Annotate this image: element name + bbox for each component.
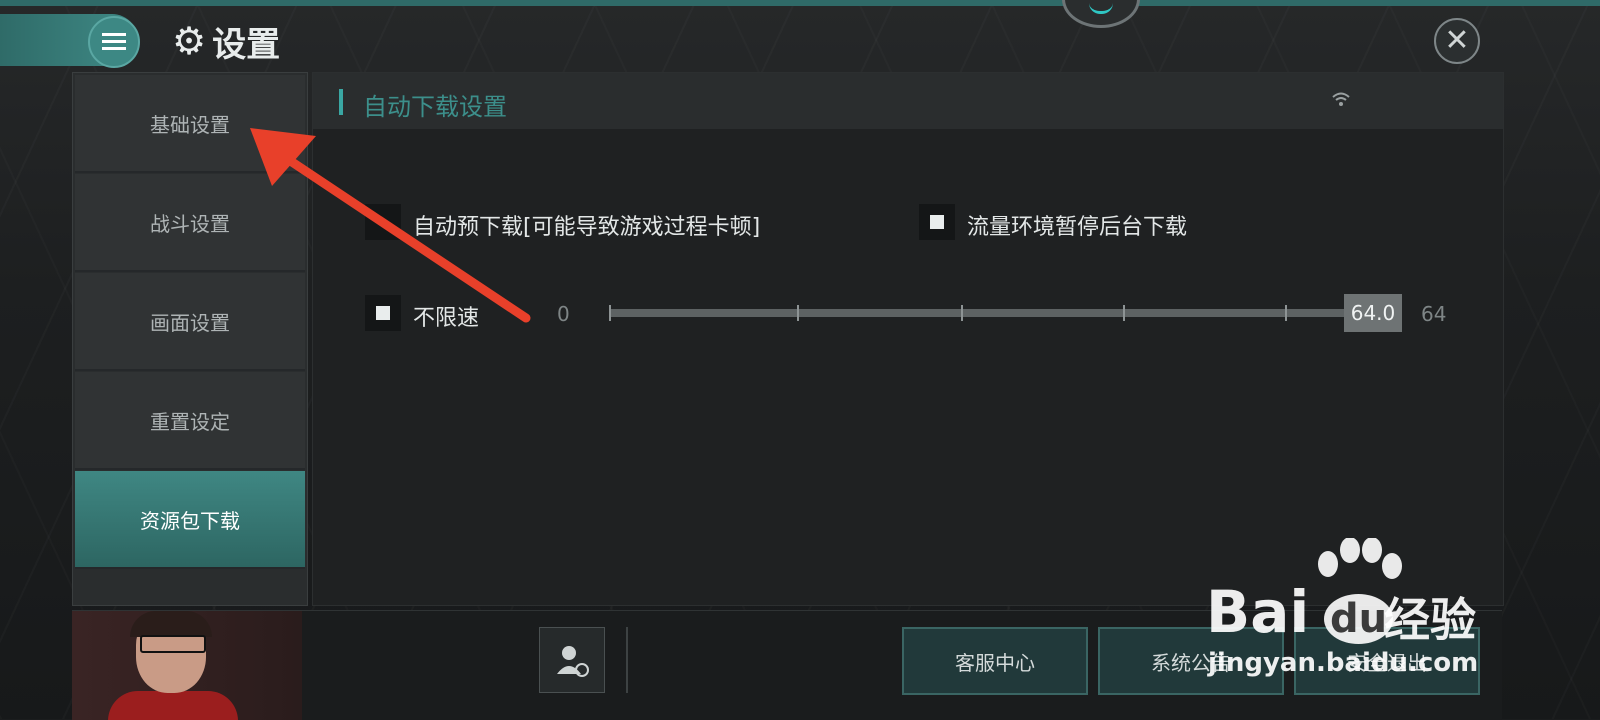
checkbox-checked-mark (930, 215, 944, 229)
gear-icon: ⚙ (172, 19, 207, 63)
slider-tick (797, 305, 799, 321)
unlimited-speed-label: 不限速 (413, 306, 480, 331)
safe-exit-button[interactable]: 安全退出 (1294, 627, 1480, 695)
pause-on-cellular-checkbox[interactable] (919, 204, 955, 240)
hamburger-icon (102, 33, 126, 51)
sidebar-item-label: 基础设置 (150, 112, 230, 137)
close-button[interactable]: ✕ (1434, 18, 1480, 64)
bottom-bar: 客服中心 系统公告 安全退出 (72, 610, 1502, 720)
slider-tick (961, 305, 963, 321)
sidebar-item-graphics[interactable]: 画面设置 (75, 273, 305, 371)
sidebar-item-label: 战斗设置 (150, 211, 230, 236)
settings-sidebar: 基础设置 战斗设置 画面设置 重置设定 资源包下载 (72, 72, 308, 606)
button-label: 客服中心 (955, 650, 1035, 675)
avatar-hair (130, 611, 212, 637)
top-accent-line (0, 0, 1600, 6)
switch-user-icon (557, 646, 589, 677)
auto-predownload-label: 自动预下载[可能导致游戏过程卡顿] (413, 215, 761, 240)
sidebar-item-label: 重置设定 (150, 409, 230, 434)
page-title-text: 设置 (212, 24, 281, 65)
panel-header: 自动下载设置 (313, 73, 1503, 129)
speed-slider-thumb[interactable]: 64.0 (1344, 294, 1402, 332)
avatar-body (108, 691, 238, 720)
speed-slider-track[interactable] (609, 305, 1345, 321)
sidebar-item-basic[interactable]: 基础设置 (75, 75, 305, 173)
sidebar-item-combat[interactable]: 战斗设置 (75, 174, 305, 272)
slider-min-label: 0 (557, 302, 570, 326)
wifi-icon (1332, 92, 1350, 106)
slider-max-label: 64 (1421, 302, 1447, 326)
sidebar-item-reset[interactable]: 重置设定 (75, 372, 305, 470)
character-avatar[interactable] (72, 611, 302, 720)
sidebar-item-resource-download[interactable]: 资源包下载 (75, 471, 305, 569)
panel-title: 自动下载设置 (363, 93, 507, 121)
sidebar-item-label: 资源包下载 (140, 508, 240, 533)
close-icon: ✕ (1444, 23, 1470, 58)
switch-account-button[interactable] (539, 627, 605, 693)
auto-predownload-checkbox[interactable] (365, 204, 401, 240)
button-label: 系统公告 (1151, 650, 1231, 675)
avatar-glasses (140, 635, 206, 653)
slider-tick (1285, 305, 1287, 321)
button-label: 安全退出 (1347, 650, 1427, 675)
checkbox-checked-mark (376, 306, 390, 320)
announcements-button[interactable]: 系统公告 (1098, 627, 1284, 695)
header-accent-bar (339, 89, 343, 115)
page-title: ⚙ 设置 (172, 18, 281, 65)
slider-tick (609, 305, 611, 321)
slider-tick (1123, 305, 1125, 321)
customer-service-button[interactable]: 客服中心 (902, 627, 1088, 695)
menu-button[interactable] (88, 16, 140, 68)
settings-panel: 自动下载设置 自动预下载[可能导致游戏过程卡顿] 流量环境暂停后台下载 不限速 … (312, 72, 1504, 606)
pause-on-cellular-label: 流量环境暂停后台下载 (967, 215, 1188, 240)
unlimited-speed-checkbox[interactable] (365, 295, 401, 331)
sidebar-item-label: 画面设置 (150, 310, 230, 335)
bottom-divider (626, 627, 628, 693)
